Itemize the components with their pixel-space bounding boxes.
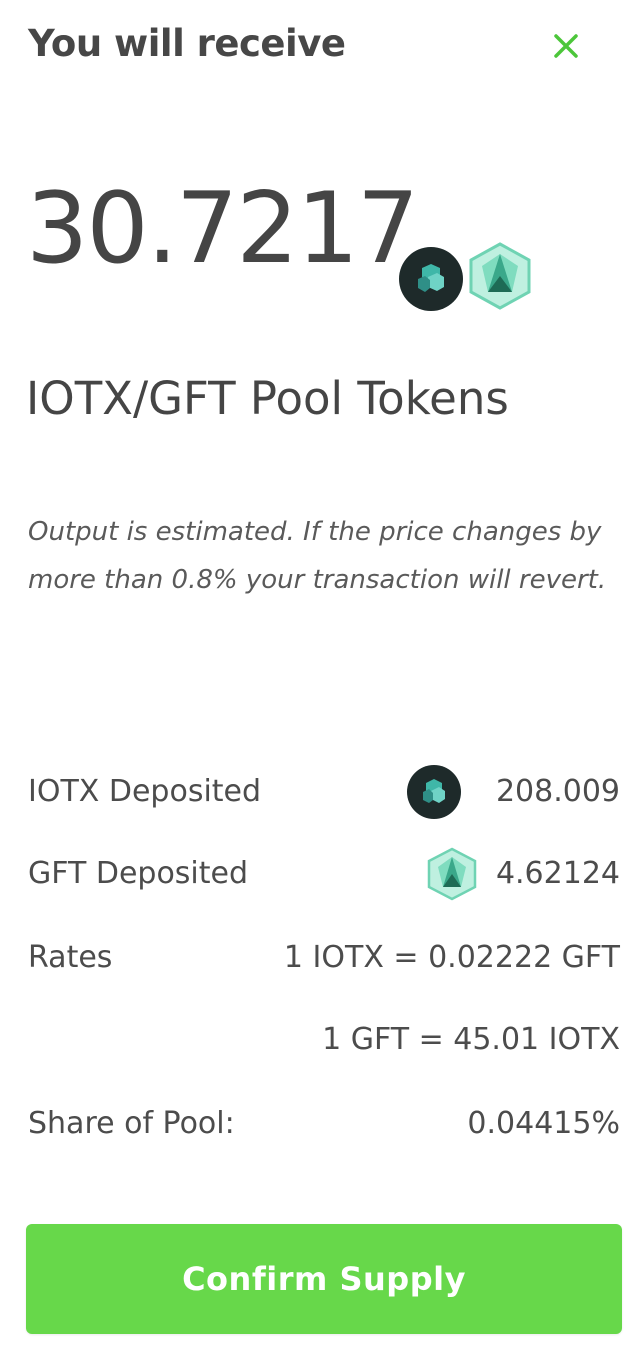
pool-tokens-label: IOTX/GFT Pool Tokens (26, 372, 509, 425)
share-of-pool-row: Share of Pool: 0.04415% (28, 1096, 620, 1152)
rates-row: Rates 1 IOTX = 0.02222 GFT (28, 930, 620, 986)
iotx-deposited-label: IOTX Deposited (28, 774, 262, 809)
close-button[interactable] (538, 18, 594, 74)
rate-iotx-to-gft: 1 IOTX = 0.02222 GFT (283, 940, 620, 975)
gft-token-icon (469, 242, 531, 310)
gft-deposited-value: 4.62124 (495, 856, 620, 891)
token-pair-icons (398, 242, 538, 312)
modal-header: You will receive (28, 18, 594, 74)
iotx-token-icon (399, 247, 463, 311)
confirm-supply-button[interactable]: Confirm Supply (26, 1224, 622, 1334)
close-icon (554, 34, 578, 58)
gft-deposited-label: GFT Deposited (28, 856, 249, 891)
rates-label: Rates (28, 940, 113, 975)
iotx-deposited-row: IOTX Deposited 208.009 (28, 764, 620, 820)
modal-title: You will receive (28, 22, 346, 65)
gft-token-icon (427, 847, 477, 901)
estimate-note: Output is estimated. If the price change… (28, 517, 607, 595)
iotx-token-icon (407, 765, 461, 819)
iotx-deposited-value: 208.009 (495, 774, 620, 809)
share-of-pool-value: 0.04415% (467, 1106, 620, 1141)
share-of-pool-label: Share of Pool: (28, 1106, 235, 1141)
receive-amount: 30.7217 (26, 172, 419, 286)
confirm-supply-label: Confirm Supply (182, 1260, 466, 1298)
gft-deposited-row: GFT Deposited 4.62124 (28, 846, 620, 902)
rates-row-2: 1 GFT = 45.01 IOTX (28, 1012, 620, 1068)
rate-gft-to-iotx: 1 GFT = 45.01 IOTX (322, 1022, 620, 1057)
